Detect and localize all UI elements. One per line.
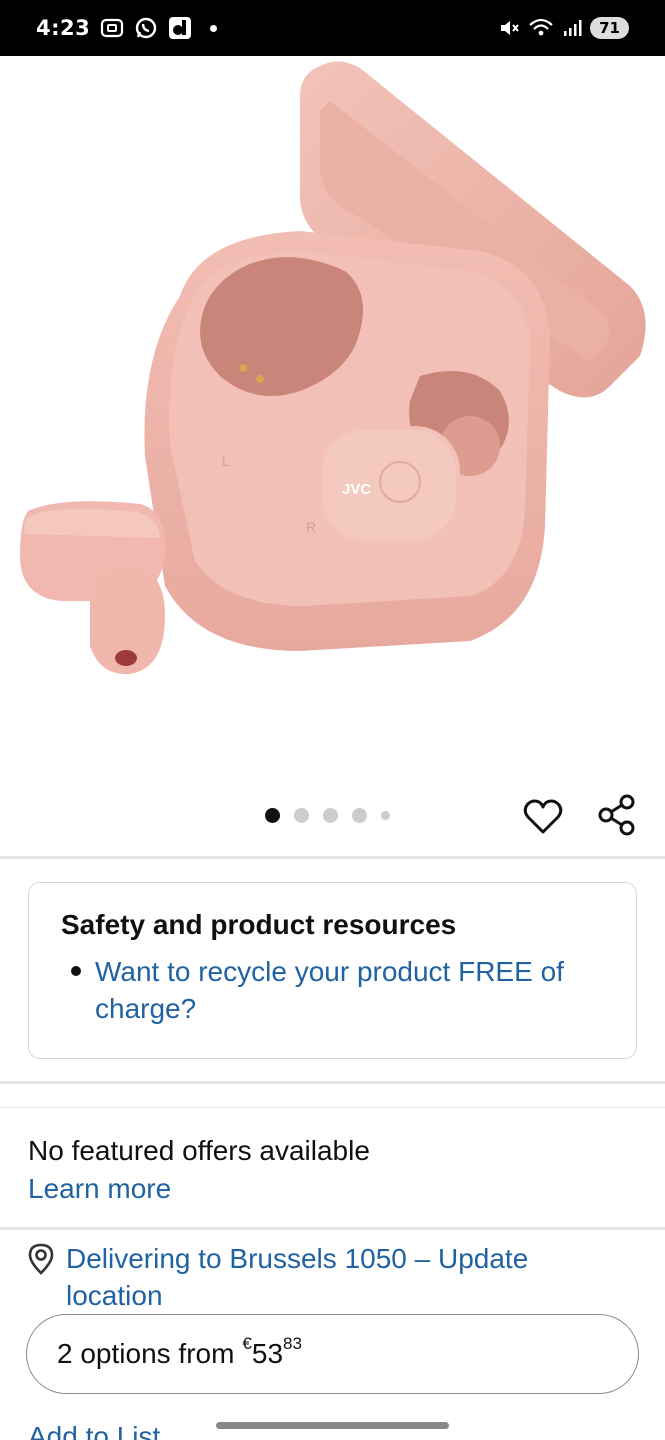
earbuds-case-illustration: JVC L R xyxy=(20,61,646,675)
section-divider xyxy=(0,856,665,859)
no-offers-message: No featured offers available xyxy=(28,1135,370,1166)
whatsapp-icon xyxy=(134,16,158,40)
status-right: 71 xyxy=(498,17,629,39)
share-button[interactable] xyxy=(596,794,638,836)
safety-list-item: Want to recycle your product FREE of cha… xyxy=(61,953,604,1027)
learn-more-link[interactable]: Learn more xyxy=(28,1170,370,1207)
safety-title: Safety and product resources xyxy=(61,909,457,940)
add-to-list-link[interactable]: Add to List xyxy=(28,1418,160,1440)
price-currency: € xyxy=(242,1334,252,1353)
wifi-icon xyxy=(528,17,554,39)
notification-dot-icon xyxy=(210,24,218,32)
price-whole: 53 xyxy=(251,1338,284,1369)
screenshot-icon xyxy=(100,17,124,39)
carousel-dot[interactable] xyxy=(352,808,367,823)
price: € 53 83 xyxy=(242,1334,302,1370)
location-pin-icon xyxy=(26,1242,56,1276)
status-left: 4:23 xyxy=(36,16,218,40)
heart-icon xyxy=(523,799,563,834)
mute-icon xyxy=(498,17,520,39)
svg-text:L: L xyxy=(222,453,230,469)
product-image[interactable]: JVC L R xyxy=(0,56,665,786)
bullet-icon xyxy=(71,966,81,976)
home-indicator[interactable] xyxy=(216,1422,449,1429)
carousel-dot[interactable] xyxy=(294,808,309,823)
section-spacer xyxy=(0,1084,665,1108)
share-icon xyxy=(598,794,635,836)
carousel-dot-active[interactable] xyxy=(265,808,280,823)
see-options-button[interactable]: 2 options from € 53 83 xyxy=(26,1314,639,1394)
image-carousel-controls xyxy=(0,786,665,856)
carousel-dots xyxy=(265,808,390,823)
status-bar: 4:23 71 xyxy=(0,0,665,56)
carousel-dot[interactable] xyxy=(381,811,390,820)
svg-text:R: R xyxy=(306,519,316,535)
options-label: 2 options from xyxy=(57,1338,235,1369)
update-location-link[interactable]: Delivering to Brussels 1050 – Update loc… xyxy=(66,1240,626,1314)
offers-section: No featured offers available Learn more xyxy=(28,1132,370,1207)
carousel-dot[interactable] xyxy=(323,808,338,823)
price-fraction: 83 xyxy=(283,1334,302,1353)
clock: 4:23 xyxy=(36,16,91,40)
brand-mark: JVC xyxy=(342,481,371,498)
app-d-icon xyxy=(168,16,192,40)
signal-icon xyxy=(562,18,582,38)
battery-icon: 71 xyxy=(590,17,629,39)
delivery-location[interactable]: Delivering to Brussels 1050 – Update loc… xyxy=(26,1240,626,1314)
section-divider xyxy=(0,1227,665,1230)
wishlist-heart-button[interactable] xyxy=(522,796,564,838)
safety-resources-card: Safety and product resources Want to rec… xyxy=(28,882,637,1059)
recycle-product-link[interactable]: Want to recycle your product FREE of cha… xyxy=(95,953,604,1027)
